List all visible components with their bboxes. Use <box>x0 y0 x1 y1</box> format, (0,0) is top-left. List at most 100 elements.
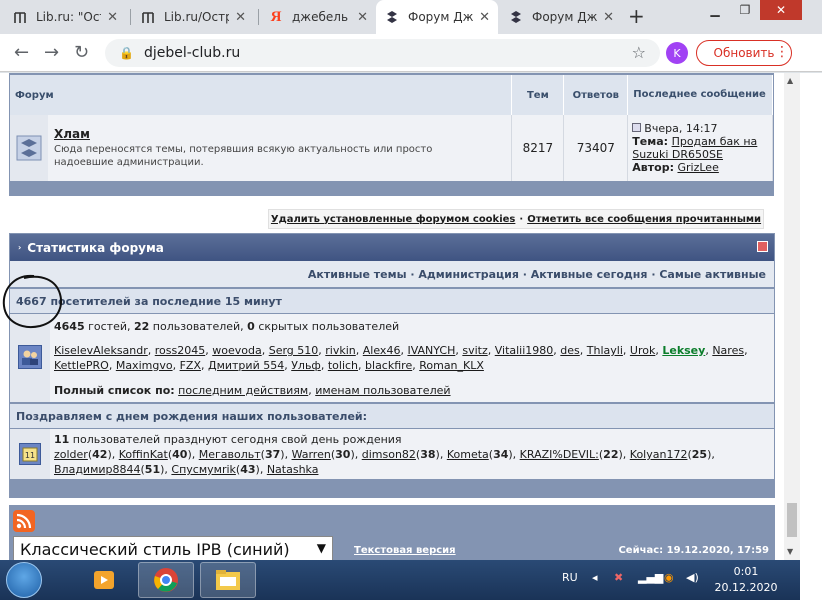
page-viewport: Форум Тем Ответов Последнее сообщение Хл… <box>0 73 784 560</box>
close-icon[interactable]: ✕ <box>235 10 246 25</box>
mark-all-read-link[interactable]: Отметить все сообщения прочитанными <box>527 214 761 225</box>
tab-lib-1[interactable]: Lib.ru: "Ост ✕ <box>4 0 126 34</box>
birthday-user-link[interactable]: Спусмумrik <box>171 463 236 476</box>
online-user-link[interactable]: Nares <box>712 344 744 357</box>
author-link[interactable]: GrizLee <box>677 161 718 174</box>
start-button[interactable] <box>6 562 42 598</box>
back-icon[interactable]: ← <box>14 42 29 63</box>
online-user-link[interactable]: blackfire <box>365 359 412 372</box>
online-user-link[interactable]: tolich <box>328 359 358 372</box>
skin-select[interactable]: Классический стиль IPB (синий) ▼ <box>13 536 333 560</box>
by-username-link[interactable]: именам пользователей <box>315 384 450 397</box>
url-text: djebel-club.ru <box>143 45 241 61</box>
birthday-user-link[interactable]: KoffinKat <box>119 448 168 461</box>
online-user-link[interactable]: IVANYCH <box>407 344 455 357</box>
minimize-icon[interactable]: ▁ <box>700 0 730 20</box>
birthday-user-link[interactable]: Владимир8844 <box>54 463 141 476</box>
tab-lib-2[interactable]: Lib.ru/Остр ✕ <box>132 0 254 34</box>
volume-icon[interactable]: ◀) <box>686 571 699 584</box>
tab-forum-2[interactable]: Форум Дж ✕ <box>500 0 622 34</box>
signal-icon[interactable]: ▂▄▆ <box>638 571 663 584</box>
taskbar: RU ◂ ✖ ▂▄▆ ◉ ◀) 0:01 20.12.2020 <box>0 560 800 600</box>
online-user-link[interactable]: Maximgvo <box>116 359 173 372</box>
by-last-action-link[interactable]: последним действиям <box>178 384 308 397</box>
online-user-link[interactable]: rivkin <box>325 344 356 357</box>
scrollbar-thumb[interactable] <box>787 503 797 537</box>
menu-dots-icon[interactable]: ⋮ <box>775 44 789 60</box>
forum-table: Форум Тем Ответов Последнее сообщение Хл… <box>10 75 773 181</box>
online-user-link[interactable]: Alex46 <box>363 344 401 357</box>
birthday-user-link[interactable]: Natashka <box>267 463 319 476</box>
text-version-link[interactable]: Текстовая версия <box>354 545 456 556</box>
online-user-link[interactable]: ross2045 <box>155 344 205 357</box>
restore-icon[interactable]: ❐ <box>730 0 760 20</box>
active-today-link[interactable]: Активные сегодня <box>531 268 648 281</box>
online-block: 4645 гостей, 22 пользователей, 0 скрытых… <box>10 314 774 402</box>
online-user-link[interactable]: KiselevAleksandr <box>54 344 148 357</box>
birthday-user-link[interactable]: Kolyan172 <box>630 448 688 461</box>
tray-arrow-icon[interactable]: ◂ <box>592 571 598 584</box>
separator: · <box>647 267 660 281</box>
birthday-user-link[interactable]: KRAZI%DEVIL: <box>520 448 599 461</box>
birthday-user-link[interactable]: Мегавольт <box>199 448 261 461</box>
online-user-link[interactable]: Leksey <box>662 344 705 357</box>
security-icon[interactable]: ◉ <box>664 571 674 584</box>
scroll-down-icon[interactable]: ▼ <box>787 547 793 556</box>
clock-time: 0:01 <box>733 565 759 578</box>
online-user-link[interactable]: Serg 510 <box>269 344 319 357</box>
birthday-user-link[interactable]: Warren <box>292 448 331 461</box>
tab-forum-active[interactable]: Форум Дж ✕ <box>376 0 498 34</box>
last-post-time: Вчера, 14:17 <box>644 122 718 135</box>
birthday-user-link[interactable]: dimson82 <box>362 448 416 461</box>
language-indicator[interactable]: RU <box>562 571 578 584</box>
scroll-up-icon[interactable]: ▲ <box>787 76 793 85</box>
close-icon[interactable]: ✕ <box>479 10 490 25</box>
table-row: Хлам Сюда переносятся темы, потерявшия в… <box>10 115 773 181</box>
close-icon[interactable]: ✕ <box>107 10 118 25</box>
birthday-user-link[interactable]: zolder <box>54 448 88 461</box>
online-user-link[interactable]: FZX <box>180 359 201 372</box>
birthday-user-link[interactable]: Kometa <box>447 448 489 461</box>
taskbar-clock[interactable]: 0:01 20.12.2020 <box>706 564 786 596</box>
explorer-taskbar[interactable] <box>200 562 256 598</box>
online-user-link[interactable]: Дмитрий 554 <box>208 359 284 372</box>
profile-avatar[interactable]: K <box>666 42 688 64</box>
online-user-link[interactable]: woevoda <box>212 344 261 357</box>
birthday-age: (40) <box>167 448 192 461</box>
close-icon[interactable]: ✕ <box>603 10 614 25</box>
media-player-taskbar[interactable] <box>76 562 132 598</box>
address-bar[interactable]: 🔒 djebel-club.ru ☆ <box>105 39 660 67</box>
most-active-link[interactable]: Самые активные <box>659 268 766 281</box>
page-scrollbar[interactable]: ▲ ▼ <box>784 73 800 560</box>
comma: , <box>108 359 116 372</box>
online-user-link[interactable]: Roman_KLX <box>419 359 484 372</box>
rss-icon[interactable] <box>13 510 35 532</box>
forward-icon[interactable]: → <box>44 42 59 63</box>
new-tab-button[interactable]: + <box>628 4 645 28</box>
delete-cookies-link[interactable]: Удалить установленные форумом cookies <box>271 214 515 225</box>
collapse-icon[interactable] <box>757 241 768 252</box>
online-user-link[interactable]: Ульф <box>291 359 321 372</box>
administration-link[interactable]: Администрация <box>418 268 519 281</box>
tab-title: джебель к <box>292 10 351 24</box>
reload-icon[interactable]: ↻ <box>74 42 89 63</box>
window-close-icon[interactable]: ✕ <box>760 0 802 20</box>
tab-yandex[interactable]: Я джебель к ✕ <box>260 0 376 34</box>
online-user-link[interactable]: Vitalii1980 <box>495 344 554 357</box>
online-user-link[interactable]: Urok <box>630 344 655 357</box>
forum-name-link[interactable]: Хлам <box>54 127 494 141</box>
close-icon[interactable]: ✕ <box>357 10 368 25</box>
forum-stats: › Статистика форума Активные темы · Адми… <box>9 233 775 498</box>
chrome-taskbar[interactable] <box>138 562 194 598</box>
online-user-link[interactable]: des <box>560 344 579 357</box>
star-icon[interactable]: ☆ <box>632 43 646 62</box>
network-error-icon[interactable]: ✖ <box>614 571 623 584</box>
online-user-link[interactable]: svitz <box>462 344 487 357</box>
online-user-link[interactable]: KettlePRO <box>54 359 109 372</box>
active-topics-link[interactable]: Активные темы <box>308 268 407 281</box>
online-user-link[interactable]: Thlayli <box>587 344 623 357</box>
topic-label: Тема: <box>632 135 669 148</box>
comma: , <box>579 344 587 357</box>
last-post-icon[interactable] <box>632 123 642 132</box>
comma: , <box>487 344 495 357</box>
